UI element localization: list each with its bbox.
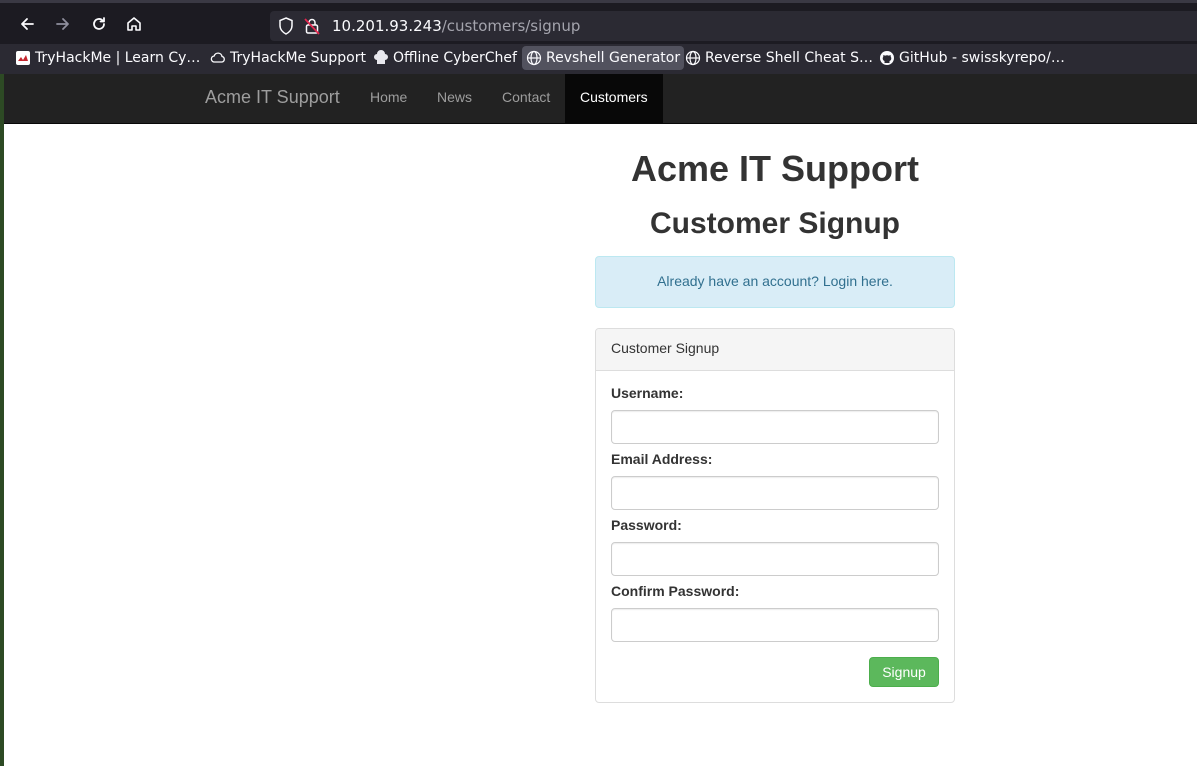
signup-panel: Customer Signup Username: Email Address:…: [595, 328, 955, 703]
reload-icon: [93, 17, 105, 30]
insecure-lock-icon[interactable]: [304, 17, 320, 40]
page-title: Customer Signup: [649, 207, 900, 240]
bookmark-revshell-generator[interactable]: Revshell Generator: [522, 46, 685, 70]
bookmark-tryhackme[interactable]: TryHackMe | Learn Cy…: [11, 46, 204, 70]
address-bar[interactable]: 10.201.93.243/customers/signup: [270, 11, 1197, 41]
bookmark-label: GitHub - swisskyrepo/…: [899, 50, 1065, 66]
globe-icon: [685, 50, 701, 66]
password-label: Password:: [611, 517, 682, 533]
home-icon: [127, 17, 141, 31]
bookmark-tryhackme-support[interactable]: TryHackMe Support: [206, 46, 370, 70]
login-alert: Already have an account? Login here.: [595, 256, 955, 308]
username-input[interactable]: [611, 410, 939, 444]
nav-home[interactable]: Home: [355, 74, 422, 124]
back-button[interactable]: [14, 11, 40, 37]
home-button[interactable]: [121, 11, 147, 37]
cloud-icon: [210, 50, 226, 66]
bookmark-cyberchef[interactable]: Offline CyberChef: [369, 46, 521, 70]
github-icon: [879, 50, 895, 66]
bookmark-label: TryHackMe | Learn Cy…: [35, 50, 201, 66]
navbar-brand[interactable]: Acme IT Support: [205, 87, 340, 108]
bookmark-reverse-shell-cheat-sheet[interactable]: Reverse Shell Cheat S…: [681, 46, 877, 70]
arrow-left-icon: [21, 18, 34, 30]
url-text[interactable]: 10.201.93.243/customers/signup: [332, 17, 580, 35]
site-navbar: Acme IT Support Home News Contact Custom…: [4, 74, 1197, 124]
signup-button[interactable]: Signup: [869, 657, 939, 687]
chef-hat-icon: [373, 50, 389, 66]
globe-icon: [526, 50, 542, 66]
browser-toolbar: 10.201.93.243/customers/signup: [0, 0, 1197, 44]
confirm-password-input[interactable]: [611, 608, 939, 642]
page-content: Acme IT Support Home News Contact Custom…: [4, 74, 1197, 766]
shield-icon[interactable]: [278, 17, 294, 40]
panel-heading: Customer Signup: [596, 329, 954, 371]
site-title: Acme IT Support: [630, 148, 920, 189]
url-host: 10.201.93.243: [332, 17, 442, 35]
login-link[interactable]: Already have an account? Login here.: [657, 273, 893, 289]
bookmark-label: Reverse Shell Cheat S…: [705, 50, 873, 66]
email-label: Email Address:: [611, 451, 713, 467]
email-input[interactable]: [611, 476, 939, 510]
tryhackme-icon: [15, 50, 31, 66]
confirm-password-label: Confirm Password:: [611, 583, 740, 599]
password-input[interactable]: [611, 542, 939, 576]
reload-button[interactable]: [86, 11, 112, 37]
bookmark-label: Revshell Generator: [546, 50, 681, 66]
bookmark-github-swisskyrepo[interactable]: GitHub - swisskyrepo/…: [875, 46, 1069, 70]
forward-button[interactable]: [50, 11, 76, 37]
username-label: Username:: [611, 385, 684, 401]
bookmark-label: TryHackMe Support: [230, 50, 366, 66]
arrow-right-icon: [56, 18, 69, 30]
url-path: /customers/signup: [441, 17, 581, 35]
bookmark-label: Offline CyberChef: [393, 50, 517, 66]
nav-news[interactable]: News: [422, 74, 487, 124]
nav-contact[interactable]: Contact: [487, 74, 565, 124]
nav-customers[interactable]: Customers: [565, 74, 663, 124]
bookmarks-bar: TryHackMe | Learn Cy… TryHackMe Support …: [0, 44, 1197, 74]
